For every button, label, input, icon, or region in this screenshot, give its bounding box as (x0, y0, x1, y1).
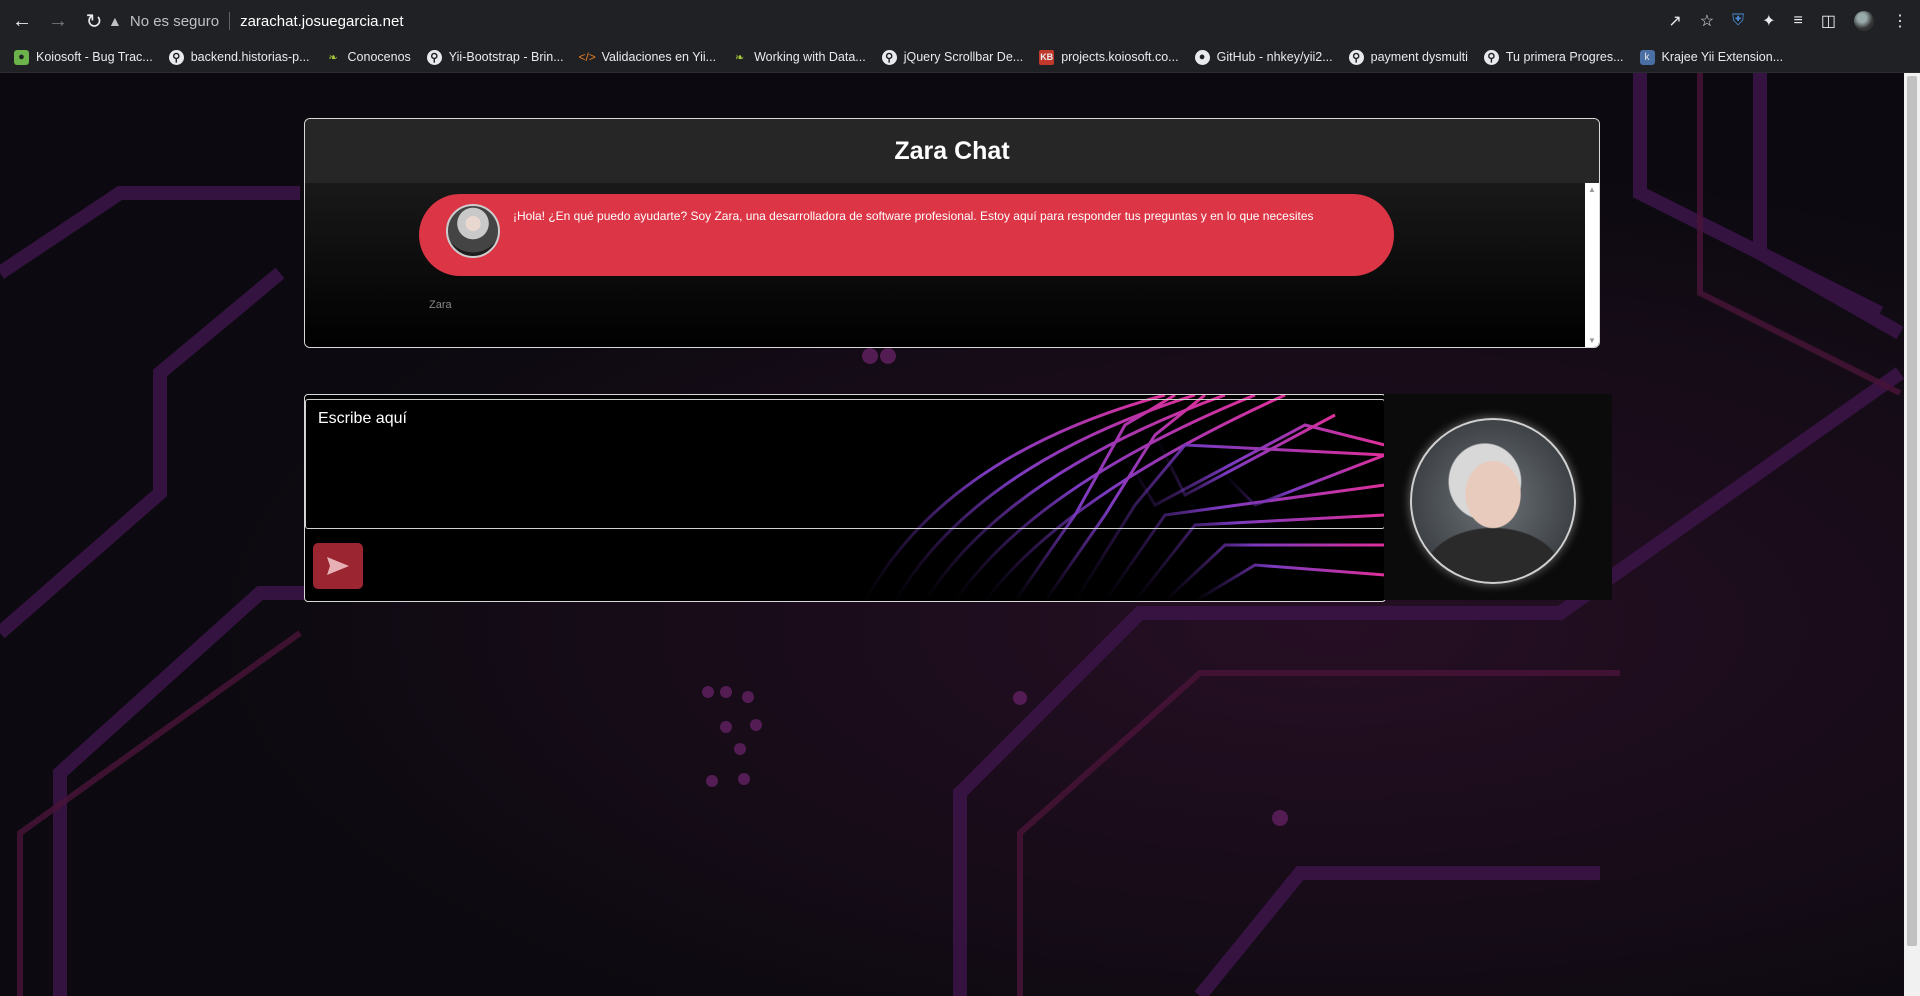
bookmark-label: Krajee Yii Extension... (1661, 50, 1784, 64)
scroll-up-icon[interactable]: ▲ (1588, 185, 1596, 194)
side-panel-icon[interactable]: ◫ (1821, 11, 1836, 31)
profile-avatar-icon[interactable] (1854, 11, 1874, 31)
message-sender: Zara (429, 299, 452, 311)
menu-icon[interactable]: ⋮ (1892, 11, 1908, 31)
bookmark-item[interactable]: ⚲ jQuery Scrollbar De... (881, 49, 1024, 65)
bookmark-item[interactable]: ❧ Conocenos (326, 50, 411, 65)
globe-icon: ⚲ (168, 49, 184, 65)
bookmark-label: payment dysmulti (1370, 50, 1468, 64)
page-scrollbar[interactable] (1904, 73, 1920, 996)
message-scrollbar[interactable]: ▲ ▼ (1585, 183, 1599, 347)
message-input[interactable] (305, 399, 1385, 529)
globe-icon: ⚲ (1348, 49, 1364, 65)
address-divider (229, 12, 231, 30)
warning-icon[interactable]: ▲ (108, 13, 122, 29)
message-bubble: ¡Hola! ¿En qué puedo ayudarte? Soy Zara,… (419, 194, 1394, 276)
bookmark-item[interactable]: ⚲ Yii-Bootstrap - Brin... (426, 49, 564, 65)
bookmark-label: Validaciones en Yii... (601, 50, 717, 64)
chat-header: Zara Chat (305, 119, 1599, 183)
bookmark-item[interactable]: ● GitHub - nhkey/yii2... (1194, 49, 1333, 65)
bookmark-label: GitHub - nhkey/yii2... (1216, 50, 1333, 64)
reload-icon[interactable]: ↻ (80, 7, 108, 35)
bookmark-label: backend.historias-p... (190, 50, 310, 64)
security-label[interactable]: No es seguro (130, 13, 219, 30)
message-text: ¡Hola! ¿En qué puedo ayudarte? Soy Zara,… (513, 209, 1314, 223)
bookmark-label: Koiosoft - Bug Trac... (36, 50, 153, 64)
bookmark-item[interactable]: k Krajee Yii Extension... (1639, 49, 1784, 65)
address-bar[interactable]: ▲ No es seguro zarachat.josuegarcia.net (108, 4, 1548, 38)
bookmark-item[interactable]: KB projects.koiosoft.co... (1039, 49, 1179, 65)
bookmark-item[interactable]: ⚲ Tu primera Progres... (1483, 49, 1624, 65)
url-text[interactable]: zarachat.josuegarcia.net (240, 13, 403, 30)
globe-icon: ⚲ (1483, 49, 1499, 65)
bookmark-label: Tu primera Progres... (1505, 50, 1624, 64)
github-icon: ● (1194, 49, 1210, 65)
chat-title: Zara Chat (894, 136, 1010, 165)
share-icon[interactable]: ↗ (1668, 11, 1681, 31)
globe-icon: ⚲ (426, 49, 442, 65)
assistant-panel (1384, 394, 1612, 600)
bookmark-item[interactable]: ● Koiosoft - Bug Trac... (14, 49, 153, 65)
extension-shield-icon[interactable]: ⛨ (1732, 12, 1744, 30)
reading-list-icon[interactable]: ≡ (1794, 12, 1803, 30)
code-icon: </> (578, 50, 596, 64)
krajee-icon: k (1639, 49, 1655, 65)
bookmarks-bar: ● Koiosoft - Bug Trac... ⚲ backend.histori… (0, 42, 1920, 73)
browser-toolbar: ← → ↻ ▲ No es seguro zarachat.josuegarci… (0, 0, 1920, 42)
bookmark-item[interactable]: ❧ Working with Data... (732, 50, 866, 65)
scrollbar-thumb[interactable] (1907, 76, 1917, 946)
bookmark-label: Yii-Bootstrap - Brin... (448, 50, 564, 64)
kb-icon: KB (1039, 49, 1055, 65)
scroll-down-icon[interactable]: ▼ (1588, 336, 1596, 345)
bookmark-label: jQuery Scrollbar De... (903, 50, 1024, 64)
star-icon[interactable]: ☆ (1700, 11, 1714, 31)
avatar (446, 204, 500, 258)
bookmark-item[interactable]: ⚲ payment dysmulti (1348, 49, 1468, 65)
bookmark-label: projects.koiosoft.co... (1061, 50, 1179, 64)
bookmark-item[interactable]: ⚲ backend.historias-p... (168, 49, 310, 65)
bookmark-item[interactable]: </> Validaciones en Yii... (578, 50, 717, 65)
send-button[interactable] (313, 543, 363, 589)
message-composer (304, 394, 1386, 602)
avatar (1410, 418, 1576, 584)
bookmark-label: Working with Data... (754, 50, 866, 64)
globe-icon: ⚲ (881, 49, 897, 65)
chat-window: Zara Chat ¡Hola! ¿En qué puedo ayudarte?… (304, 118, 1600, 348)
leaf-icon: ❧ (734, 51, 745, 64)
leaf-icon: ❧ (328, 51, 338, 64)
toolbar-actions: ↗ ☆ ⛨ ✦ ≡ ◫ ⋮ (1668, 0, 1908, 42)
bug-icon: ● (14, 49, 29, 65)
back-icon[interactable]: ← (8, 7, 36, 35)
bookmark-label: Conocenos (347, 50, 411, 64)
send-icon (327, 557, 349, 575)
forward-icon[interactable]: → (44, 7, 72, 35)
extensions-icon[interactable]: ✦ (1762, 11, 1775, 31)
message-list[interactable]: ¡Hola! ¿En qué puedo ayudarte? Soy Zara,… (305, 183, 1599, 347)
